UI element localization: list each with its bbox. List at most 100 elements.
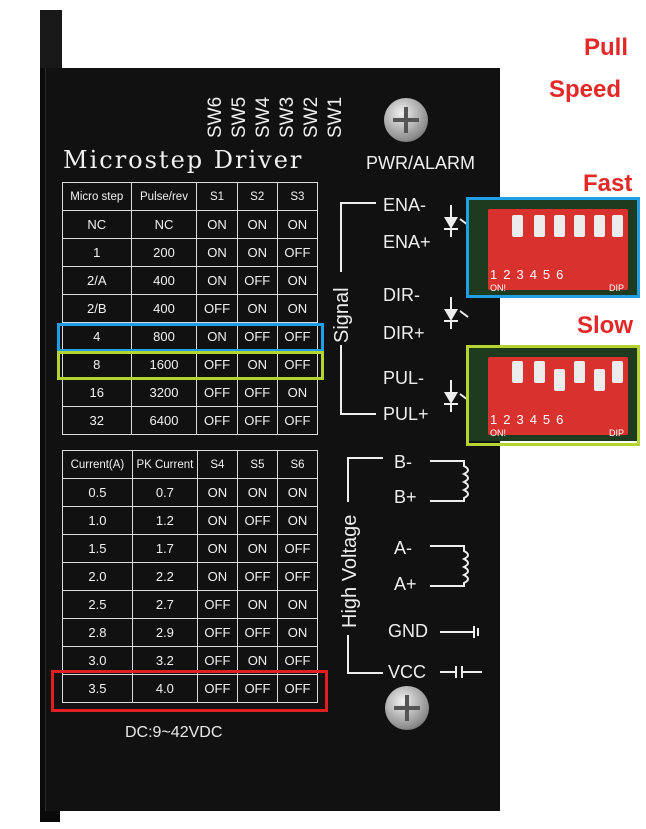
table-cell: 3200 bbox=[130, 378, 198, 407]
table-row: 2/B 400 OFF ON ON bbox=[62, 294, 319, 323]
pul-minus-label: PUL- bbox=[383, 368, 425, 388]
table-cell: ON bbox=[236, 478, 278, 507]
table-cell: ON bbox=[276, 506, 319, 535]
table-header-cell: S4 bbox=[196, 450, 238, 479]
a-plus-label: A+ bbox=[394, 574, 417, 594]
table-row: 2.5 2.7 OFF ON ON bbox=[62, 590, 319, 619]
table-cell: 16 bbox=[62, 378, 132, 407]
bottom-screw bbox=[385, 686, 429, 730]
ground-symbol-icon bbox=[440, 626, 479, 638]
signal-bracket-bottom-tick bbox=[340, 413, 376, 415]
table-header-cell: PK Current bbox=[131, 450, 198, 479]
highlight-box-current bbox=[51, 670, 328, 712]
table-cell: 6400 bbox=[130, 406, 198, 435]
table-cell: OFF bbox=[196, 406, 238, 435]
gnd-label: GND bbox=[388, 621, 428, 641]
hv-bracket-bottom bbox=[347, 635, 349, 673]
table-cell: ON bbox=[196, 534, 238, 563]
coil-icon bbox=[430, 460, 469, 502]
table-header-cell: Current(A) bbox=[62, 450, 133, 479]
table-cell: ON bbox=[276, 294, 319, 323]
table-row: 1 200 ON ON OFF bbox=[62, 238, 319, 267]
table-cell: OFF bbox=[196, 590, 238, 619]
sw3-label: SW3 bbox=[277, 96, 298, 138]
ena-minus-label: ENA- bbox=[383, 195, 427, 215]
table-row: 16 3200 OFF OFF ON bbox=[62, 378, 319, 407]
table-cell: ON bbox=[196, 238, 238, 267]
table-cell: 1.5 bbox=[62, 534, 133, 563]
table-cell: ON bbox=[236, 238, 278, 267]
table-cell: ON bbox=[276, 266, 319, 295]
table-header-row: Current(A) PK Current S4 S5 S6 bbox=[62, 450, 319, 479]
table-cell: 400 bbox=[130, 266, 198, 295]
table-row: 2/A 400 ON OFF ON bbox=[62, 266, 319, 295]
table-cell: OFF bbox=[236, 506, 278, 535]
table-cell: OFF bbox=[236, 266, 278, 295]
table-cell: ON bbox=[276, 618, 319, 647]
table-cell: 32 bbox=[62, 406, 132, 435]
table-cell: OFF bbox=[196, 618, 238, 647]
table-cell: 200 bbox=[130, 238, 198, 267]
table-header-cell: S6 bbox=[276, 450, 319, 479]
hv-bracket-bottom-tick bbox=[347, 672, 383, 674]
table-row: NC NC ON ON ON bbox=[62, 210, 319, 239]
pul-plus-label: PUL+ bbox=[383, 404, 429, 424]
sw2-label: SW2 bbox=[301, 96, 322, 138]
pwr-alarm-label: PWR/ALARM bbox=[366, 153, 476, 173]
table-row: 1.5 1.7 ON ON OFF bbox=[62, 534, 319, 563]
pull-label: Pull bbox=[584, 34, 629, 61]
capacitor-symbol-icon bbox=[440, 666, 482, 678]
table-cell: 1 bbox=[62, 238, 132, 267]
dc-voltage-label: DC:9~42VDC bbox=[125, 724, 223, 741]
vcc-label: VCC bbox=[388, 662, 427, 682]
table-header-cell: S2 bbox=[236, 182, 278, 211]
sw6-label: SW6 bbox=[205, 96, 226, 138]
table-cell: OFF bbox=[276, 562, 319, 591]
hv-bracket-top bbox=[347, 457, 349, 502]
table-row: 32 6400 OFF OFF OFF bbox=[62, 406, 319, 435]
table-header-cell: S1 bbox=[196, 182, 238, 211]
driver-title: Microstep Driver bbox=[63, 146, 304, 174]
table-cell: OFF bbox=[236, 406, 278, 435]
signal-label: Signal bbox=[331, 287, 353, 343]
b-plus-label: B+ bbox=[394, 487, 417, 507]
table-cell: ON bbox=[236, 590, 278, 619]
table-cell: 0.7 bbox=[131, 478, 198, 507]
table-cell: 2/B bbox=[62, 294, 132, 323]
table-cell: 400 bbox=[130, 294, 198, 323]
table-cell: 1.7 bbox=[131, 534, 198, 563]
table-cell: ON bbox=[196, 506, 238, 535]
table-cell: OFF bbox=[236, 378, 278, 407]
table-cell: ON bbox=[196, 478, 238, 507]
table-cell: 2.7 bbox=[131, 590, 198, 619]
table-cell: 1.0 bbox=[62, 506, 133, 535]
table-cell: NC bbox=[130, 210, 198, 239]
table-cell: NC bbox=[62, 210, 132, 239]
table-cell: 2.9 bbox=[131, 618, 198, 647]
highlight-box-800 bbox=[57, 323, 324, 352]
table-cell: ON bbox=[196, 210, 238, 239]
table-header-cell: Pulse/rev bbox=[130, 182, 198, 211]
a-minus-label: A- bbox=[394, 538, 412, 558]
sw-labels: SW6 SW5 SW4 SW3 SW2 SW1 bbox=[205, 88, 355, 138]
table-header-row: Micro step Pulse/rev S1 S2 S3 bbox=[62, 182, 319, 211]
table-cell: ON bbox=[196, 562, 238, 591]
b-minus-label: B- bbox=[394, 452, 412, 472]
dir-minus-label: DIR- bbox=[383, 285, 420, 305]
table-cell: 2/A bbox=[62, 266, 132, 295]
table-cell: ON bbox=[236, 294, 278, 323]
table-cell: OFF bbox=[196, 294, 238, 323]
table-cell: OFF bbox=[196, 378, 238, 407]
table-cell: 1.2 bbox=[131, 506, 198, 535]
ena-plus-label: ENA+ bbox=[383, 232, 431, 252]
signal-bracket-top bbox=[340, 202, 342, 272]
table-cell: 2.5 bbox=[62, 590, 133, 619]
slow-highlight-box bbox=[466, 345, 640, 446]
table-cell: OFF bbox=[236, 618, 278, 647]
fast-label: Fast bbox=[583, 170, 633, 197]
current-table: Current(A) PK Current S4 S5 S6 0.5 0.7 ON O… bbox=[62, 450, 319, 703]
table-cell: OFF bbox=[236, 562, 278, 591]
table-cell: OFF bbox=[276, 534, 319, 563]
table-header-cell: Micro step bbox=[62, 182, 132, 211]
highlight-box-1600 bbox=[57, 351, 324, 380]
